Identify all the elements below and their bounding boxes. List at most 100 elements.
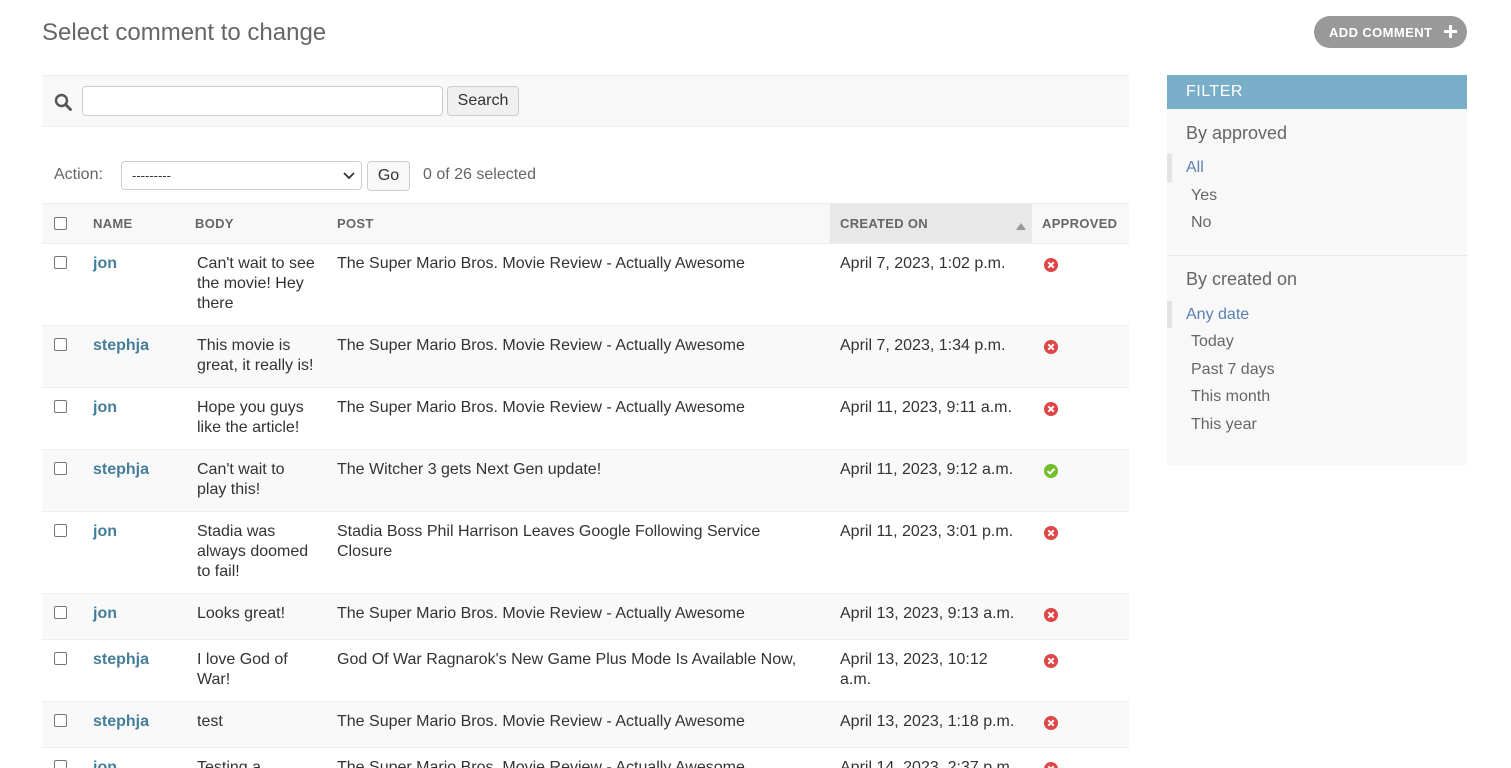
filter-option-yes[interactable]: Yes	[1167, 182, 1467, 210]
x-circle-icon	[1044, 654, 1058, 668]
comment-author-link[interactable]: jon	[93, 759, 117, 768]
table-row: stephja test The Super Mario Bros. Movie R…	[42, 701, 1129, 748]
approved-cell	[1032, 325, 1129, 388]
created-on-cell: April 14, 2023, 2:37 p.m.	[830, 747, 1032, 768]
chevron-down-icon	[343, 172, 355, 180]
x-circle-icon	[1044, 762, 1058, 768]
add-comment-label: ADD COMMENT	[1329, 24, 1433, 40]
approved-cell	[1032, 593, 1129, 640]
filter-option-past-7-days[interactable]: Past 7 days	[1167, 356, 1467, 384]
table-row: stephja I love God of War! God Of War Ragn…	[42, 639, 1129, 702]
post-cell: The Witcher 3 gets Next Gen update!	[327, 449, 830, 512]
action-select-value: ---------	[132, 168, 171, 183]
column-header-created-on[interactable]: CREATED ON	[830, 203, 1032, 244]
approved-cell	[1032, 701, 1129, 748]
filter-option-this-year[interactable]: This year	[1167, 411, 1467, 439]
filter-header: FILTER	[1167, 75, 1467, 109]
filter-divider	[1167, 254, 1467, 256]
comment-author-link[interactable]: jon	[93, 255, 117, 272]
row-checkbox[interactable]	[54, 760, 67, 768]
search-button[interactable]: Search	[447, 86, 519, 116]
filter-list-created-on: Any date Today Past 7 days This month Th…	[1167, 300, 1467, 439]
name-cell: jon	[83, 747, 185, 768]
row-checkbox[interactable]	[54, 256, 67, 269]
go-button[interactable]: Go	[367, 161, 410, 191]
created-on-cell: April 13, 2023, 9:13 a.m.	[830, 593, 1032, 640]
filter-option-no[interactable]: No	[1167, 209, 1467, 237]
x-circle-icon	[1044, 340, 1058, 354]
comment-author-link[interactable]: jon	[93, 399, 117, 416]
row-checkbox[interactable]	[54, 606, 67, 619]
column-header-name[interactable]: NAME	[83, 203, 185, 244]
body-cell: Stadia was always doomed to fail!	[185, 511, 327, 594]
search-input[interactable]	[82, 86, 443, 116]
row-checkbox[interactable]	[54, 400, 67, 413]
action-select[interactable]: ---------	[121, 161, 362, 190]
comment-author-link[interactable]: stephja	[93, 713, 149, 730]
filter-option-all[interactable]: All	[1167, 154, 1467, 182]
name-cell: stephja	[83, 325, 185, 388]
row-checkbox[interactable]	[54, 652, 67, 665]
name-cell: stephja	[83, 701, 185, 748]
row-select-cell	[42, 701, 83, 748]
check-circle-icon	[1044, 464, 1058, 478]
row-checkbox[interactable]	[54, 462, 67, 475]
comment-author-link[interactable]: stephja	[93, 651, 149, 668]
row-select-cell	[42, 449, 83, 512]
comment-author-link[interactable]: stephja	[93, 337, 149, 354]
filter-group-title-created-on: By created on	[1186, 268, 1298, 289]
created-on-cell: April 11, 2023, 9:12 a.m.	[830, 449, 1032, 512]
post-cell: The Super Mario Bros. Movie Review - Act…	[327, 593, 830, 640]
filter-option-any-date[interactable]: Any date	[1167, 300, 1467, 328]
name-cell: stephja	[83, 449, 185, 512]
column-header-post[interactable]: POST	[327, 203, 830, 244]
name-cell: stephja	[83, 639, 185, 702]
table-row: jon Stadia was always doomed to fail! Stad…	[42, 511, 1129, 594]
select-all-checkbox[interactable]	[54, 216, 67, 230]
body-cell: Testing a	[185, 747, 327, 768]
post-cell: Stadia Boss Phil Harrison Leaves Google …	[327, 511, 830, 594]
post-cell: The Super Mario Bros. Movie Review - Act…	[327, 747, 830, 768]
body-cell: Can't wait to play this!	[185, 449, 327, 512]
sort-up-icon[interactable]	[1016, 223, 1026, 230]
table-row: stephja Can't wait to play this! The Witch…	[42, 449, 1129, 512]
comment-author-link[interactable]: jon	[93, 605, 117, 622]
name-cell: jon	[83, 387, 185, 450]
search-icon	[54, 93, 72, 111]
search-toolbar: Search	[42, 75, 1129, 127]
x-circle-icon	[1044, 258, 1058, 272]
post-cell: The Super Mario Bros. Movie Review - Act…	[327, 701, 830, 748]
body-cell: Looks great!	[185, 593, 327, 640]
approved-cell	[1032, 449, 1129, 512]
table-row: jon Testing a The Super Mario Bros. Movie …	[42, 747, 1129, 768]
x-circle-icon	[1044, 402, 1058, 416]
row-select-cell	[42, 639, 83, 702]
post-cell: The Super Mario Bros. Movie Review - Act…	[327, 325, 830, 388]
row-checkbox[interactable]	[54, 714, 67, 727]
x-circle-icon	[1044, 608, 1058, 622]
post-cell: The Super Mario Bros. Movie Review - Act…	[327, 243, 830, 326]
table-row: jon Looks great! The Super Mario Bros. Mov…	[42, 593, 1129, 640]
table-row: stephja This movie is great, it really is…	[42, 325, 1129, 388]
column-header-body[interactable]: BODY	[185, 203, 327, 244]
page-title: Select comment to change	[42, 19, 327, 46]
approved-cell	[1032, 747, 1129, 768]
row-checkbox[interactable]	[54, 524, 67, 537]
filter-sidebar: FILTER By approved All Yes No By created…	[1167, 75, 1467, 465]
add-comment-button[interactable]: ADD COMMENT	[1314, 16, 1467, 48]
row-select-cell	[42, 387, 83, 450]
row-checkbox[interactable]	[54, 338, 67, 351]
comment-author-link[interactable]: stephja	[93, 461, 149, 478]
select-all-cell	[42, 203, 83, 244]
row-select-cell	[42, 243, 83, 326]
filter-option-today[interactable]: Today	[1167, 328, 1467, 356]
action-label: Action:	[54, 166, 103, 183]
filter-option-this-month[interactable]: This month	[1167, 383, 1467, 411]
row-select-cell	[42, 325, 83, 388]
post-cell: God Of War Ragnarok's New Game Plus Mode…	[327, 639, 830, 702]
approved-cell	[1032, 243, 1129, 326]
column-header-approved[interactable]: APPROVED	[1032, 203, 1129, 244]
admin-changelist: Select comment to change ADD COMMENT Sea…	[0, 0, 1511, 768]
body-cell: Can't wait to see the movie! Hey there	[185, 243, 327, 326]
comment-author-link[interactable]: jon	[93, 523, 117, 540]
